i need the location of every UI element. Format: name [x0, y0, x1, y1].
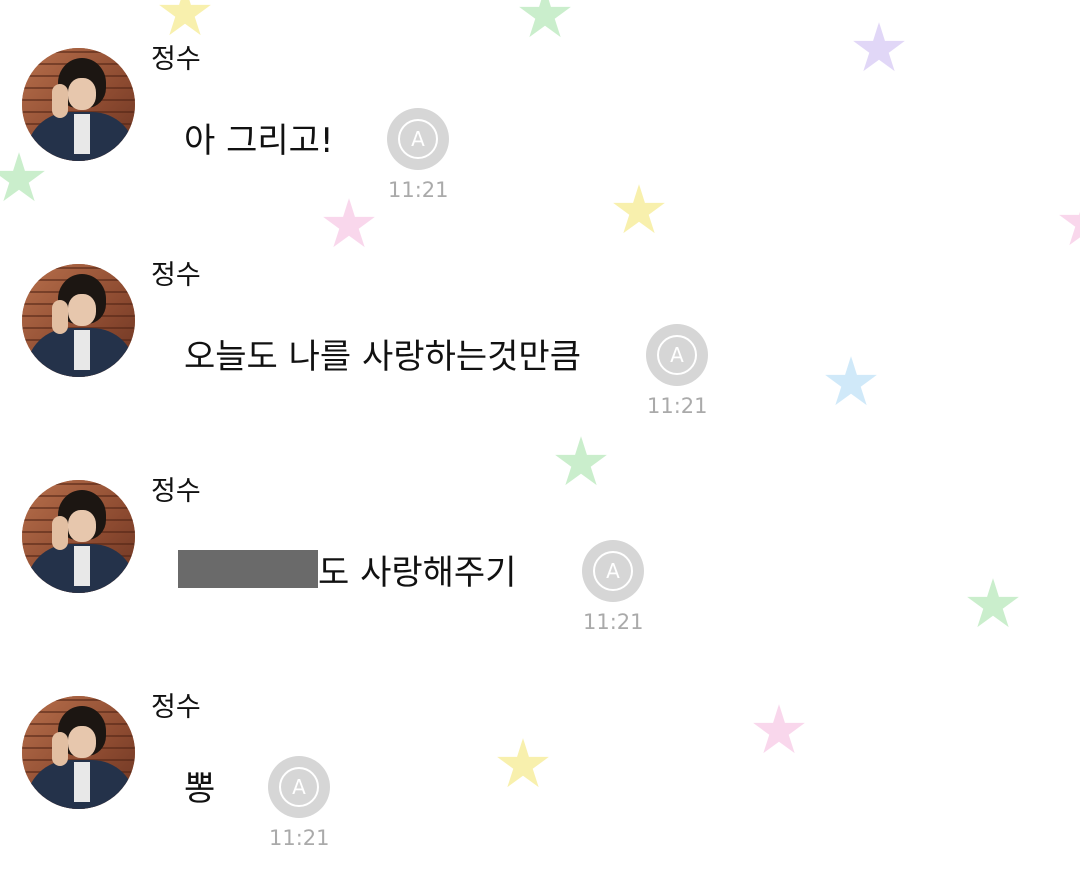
message-time: 11:21 [647, 394, 708, 418]
translate-icon[interactable]: A [268, 756, 330, 818]
avatar[interactable] [22, 696, 135, 809]
message-time: 11:21 [269, 826, 330, 850]
translate-icon[interactable]: A [582, 540, 644, 602]
message-text: 오늘도 나를 사랑하는것만큼 [184, 336, 581, 377]
translate-icon[interactable]: A [646, 324, 708, 386]
message-text: 도 사랑해주기 [318, 552, 517, 593]
sender-name: 정수 [151, 692, 201, 723]
message-bubble[interactable]: 오늘도 나를 사랑하는것만큼 [160, 312, 605, 394]
sender-name: 정수 [151, 260, 201, 291]
avatar[interactable] [22, 264, 135, 377]
message-row: 정수 아 그리고! A 11:21 [0, 0, 1080, 216]
message-row: 정수 오늘도 나를 사랑하는것만큼 A 11:21 [0, 216, 1080, 432]
translate-icon[interactable]: A [387, 108, 449, 170]
message-row: 정수 도 사랑해주기 A 11:21 [0, 432, 1080, 648]
message-row: 정수 뽕 A 11:21 [0, 648, 1080, 864]
message-time: 11:21 [583, 610, 644, 634]
sender-name: 정수 [151, 476, 201, 507]
sender-name: 정수 [151, 44, 201, 75]
avatar[interactable] [22, 480, 135, 593]
message-bubble[interactable]: 뽕 [160, 744, 240, 826]
message-text: 아 그리고! [184, 120, 334, 161]
redacted-block [178, 550, 318, 588]
message-time: 11:21 [388, 178, 449, 202]
message-text: 뽕 [184, 768, 216, 809]
message-bubble[interactable]: 아 그리고! [160, 96, 358, 178]
avatar[interactable] [22, 48, 135, 161]
message-bubble[interactable]: 도 사랑해주기 [160, 528, 541, 610]
